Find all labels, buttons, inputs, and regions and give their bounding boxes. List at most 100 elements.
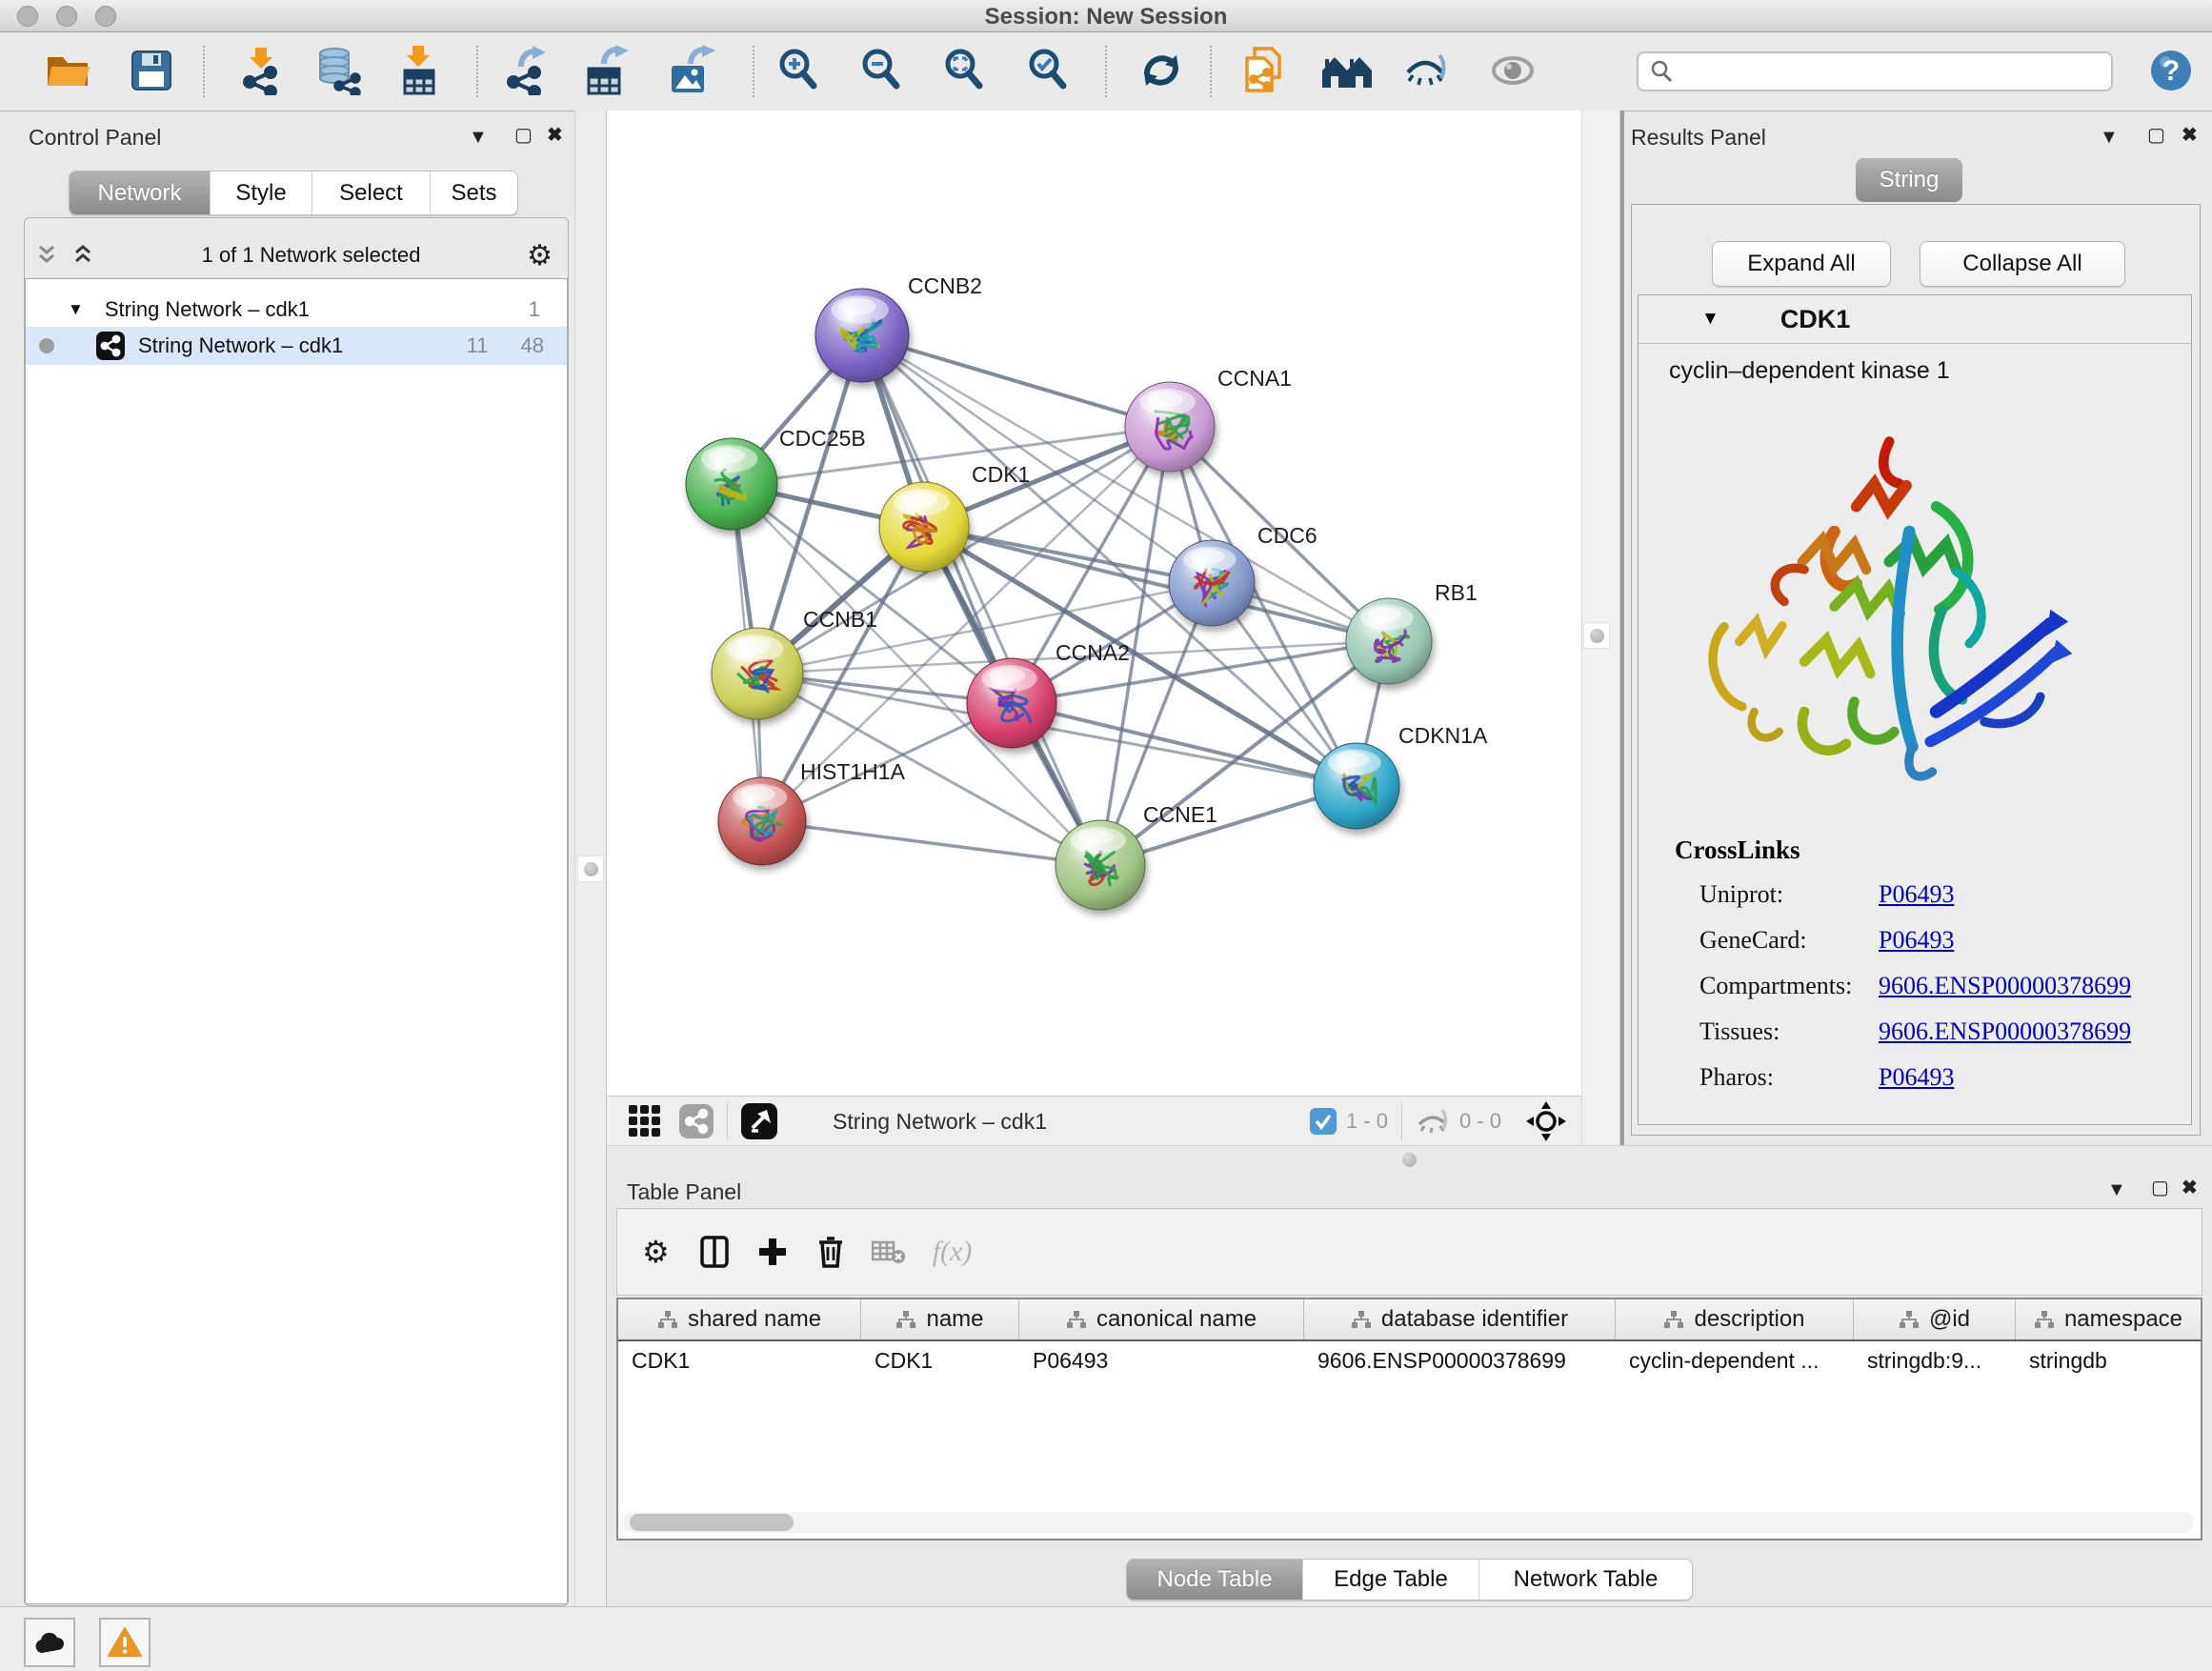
table-panel-float-icon[interactable]: ▢ <box>2151 1178 2169 1198</box>
delete-column-trash-icon[interactable] <box>816 1235 845 1269</box>
control-panel-menu-arrow-icon[interactable]: ▼ <box>469 128 488 147</box>
function-builder-icon[interactable]: f(x) <box>933 1236 973 1268</box>
results-panel-menu-arrow-icon[interactable]: ▼ <box>2100 128 2119 147</box>
table-options-gear-icon[interactable]: ⚙ <box>642 1234 670 1270</box>
network-node-CCNB2[interactable]: CCNB2 <box>815 273 982 382</box>
network-tree-root-row[interactable]: ▼ String Network – cdk1 1 <box>26 292 567 327</box>
zoom-selected-button[interactable] <box>1022 42 1076 99</box>
search-input[interactable] <box>1675 58 2088 85</box>
export-network-to-file-button[interactable] <box>498 42 552 99</box>
tab-network[interactable]: Network <box>70 171 211 214</box>
network-node-RB1[interactable]: RB1 <box>1346 580 1478 684</box>
column-header-namespace[interactable]: namespace <box>2016 1299 2202 1339</box>
import-table-from-file-button[interactable] <box>392 42 445 99</box>
birdseye-grid-icon[interactable] <box>628 1104 662 1138</box>
column-header-description[interactable]: description <box>1616 1299 1854 1339</box>
tab-select[interactable]: Select <box>312 171 431 214</box>
crosslink-link[interactable]: P06493 <box>1879 1063 1954 1092</box>
left-splitter-handle[interactable] <box>577 856 604 882</box>
node-table[interactable]: shared namenamecanonical namedatabase id… <box>616 1298 2202 1540</box>
network-node-CDK1[interactable]: CDK1 <box>879 462 1030 572</box>
crosslink-link[interactable]: P06493 <box>1879 880 1954 909</box>
table-cell[interactable]: P06493 <box>1019 1348 1304 1374</box>
network-node-CDC25B[interactable]: CDC25B <box>686 426 866 530</box>
gene-expander-icon[interactable]: ▼ <box>1701 309 1719 330</box>
cloud-status-button[interactable] <box>24 1618 75 1667</box>
pan-crosshair-icon[interactable] <box>1526 1101 1566 1141</box>
save-session-button[interactable] <box>125 42 178 99</box>
edge-CCNB2-CCNA1[interactable] <box>862 335 1170 427</box>
tab-sets[interactable]: Sets <box>431 171 517 214</box>
hidden-eye-slash-icon[interactable] <box>1416 1107 1450 1136</box>
export-image-button[interactable] <box>665 42 718 99</box>
collapse-all-icon[interactable] <box>34 243 59 268</box>
table-panel-close-icon[interactable]: ✖ <box>2182 1178 2198 1198</box>
results-tab-string[interactable]: String <box>1856 158 1962 202</box>
tab-node-table[interactable]: Node Table <box>1127 1560 1303 1600</box>
network-options-gear-icon[interactable]: ⚙ <box>527 239 553 272</box>
table-cell[interactable]: stringdb:9... <box>1854 1348 2016 1374</box>
table-cell[interactable]: CDK1 <box>861 1348 1019 1374</box>
table-horizontal-scrollbar[interactable] <box>622 1512 2194 1533</box>
zoom-in-button[interactable] <box>773 42 826 99</box>
warning-status-button[interactable] <box>99 1618 151 1667</box>
delete-table-icon[interactable] <box>872 1238 906 1265</box>
network-canvas[interactable]: CCNB2CCNA1CDC25BCDK1CDC6RB1CCNB1CCNA2CDK… <box>607 111 1581 1096</box>
network-node-HIST1H1A[interactable]: HIST1H1A <box>718 759 906 865</box>
results-panel-float-icon[interactable]: ▢ <box>2147 126 2165 145</box>
import-network-from-file-button[interactable] <box>234 42 288 99</box>
gene-header[interactable]: ▼ CDK1 <box>1639 295 2191 344</box>
network-node-CCNA1[interactable]: CCNA1 <box>1125 366 1292 472</box>
tab-style[interactable]: Style <box>211 171 312 214</box>
table-cell[interactable]: CDK1 <box>618 1348 861 1374</box>
help-button[interactable]: ? <box>2144 42 2198 99</box>
export-table-to-file-button[interactable] <box>579 42 633 99</box>
table-cell[interactable]: 9606.ENSP00000378699 <box>1304 1348 1616 1374</box>
show-columns-icon[interactable] <box>700 1236 729 1268</box>
network-tree-child-row[interactable]: String Network – cdk1 11 48 <box>26 327 567 365</box>
create-column-plus-icon[interactable] <box>757 1237 788 1267</box>
tab-edge-table[interactable]: Edge Table <box>1303 1560 1479 1600</box>
column-header-canonical-name[interactable]: canonical name <box>1019 1299 1304 1339</box>
edge-CCNB2-CCNE1[interactable] <box>862 335 1100 865</box>
search-field[interactable] <box>1637 51 2113 91</box>
column-header--id[interactable]: @id <box>1854 1299 2016 1339</box>
expand-all-icon[interactable] <box>70 243 95 268</box>
table-panel-menu-arrow-icon[interactable]: ▼ <box>2107 1180 2126 1199</box>
fit-content-button[interactable] <box>938 42 992 99</box>
first-neighbors-button[interactable] <box>1320 42 1374 99</box>
crosslink-link[interactable]: 9606.ENSP00000378699 <box>1879 1017 2131 1046</box>
network-graph[interactable]: CCNB2CCNA1CDC25BCDK1CDC6RB1CCNB1CCNA2CDK… <box>607 111 1581 1096</box>
table-cell[interactable]: stringdb <box>2016 1348 2202 1374</box>
network-node-CCNB1[interactable]: CCNB1 <box>712 607 877 719</box>
expand-all-button[interactable]: Expand All <box>1712 241 1891 287</box>
refresh-view-button[interactable] <box>1135 42 1188 99</box>
edge-HIST1H1A-CCNE1[interactable] <box>762 821 1100 865</box>
scrollbar-thumb[interactable] <box>630 1514 794 1531</box>
hide-selected-button[interactable] <box>1400 42 1454 99</box>
zoom-out-button[interactable] <box>855 42 909 99</box>
crosslink-link[interactable]: P06493 <box>1879 926 1954 955</box>
duplicate-network-button[interactable] <box>1237 42 1290 99</box>
right-splitter-handle[interactable] <box>1583 622 1610 649</box>
control-panel-close-icon[interactable]: ✖ <box>547 126 563 145</box>
results-panel-close-icon[interactable]: ✖ <box>2182 126 2198 145</box>
column-header-name[interactable]: name <box>861 1299 1019 1339</box>
import-network-from-database-button[interactable] <box>311 42 364 99</box>
open-session-button[interactable] <box>42 42 95 99</box>
network-share-badge-icon[interactable] <box>679 1104 714 1138</box>
column-header-shared-name[interactable]: shared name <box>618 1299 861 1339</box>
network-node-CDKN1A[interactable]: CDKN1A <box>1314 723 1488 829</box>
table-row[interactable]: CDK1CDK1P064939606.ENSP00000378699cyclin… <box>618 1341 2201 1379</box>
show-all-button[interactable] <box>1486 42 1539 99</box>
open-in-window-icon[interactable] <box>741 1103 777 1139</box>
tree-expander-icon[interactable]: ▼ <box>68 300 84 319</box>
tab-network-table[interactable]: Network Table <box>1479 1560 1692 1600</box>
table-cell[interactable]: cyclin-dependent ... <box>1616 1348 1854 1374</box>
results-panel-divider[interactable] <box>1619 111 1624 1174</box>
column-header-database-identifier[interactable]: database identifier <box>1304 1299 1616 1339</box>
horizontal-splitter-handle[interactable] <box>1397 1147 1421 1172</box>
selected-checkbox-icon[interactable] <box>1310 1108 1337 1135</box>
crosslink-link[interactable]: 9606.ENSP00000378699 <box>1879 972 2131 1000</box>
control-panel-float-icon[interactable]: ▢ <box>514 126 533 145</box>
